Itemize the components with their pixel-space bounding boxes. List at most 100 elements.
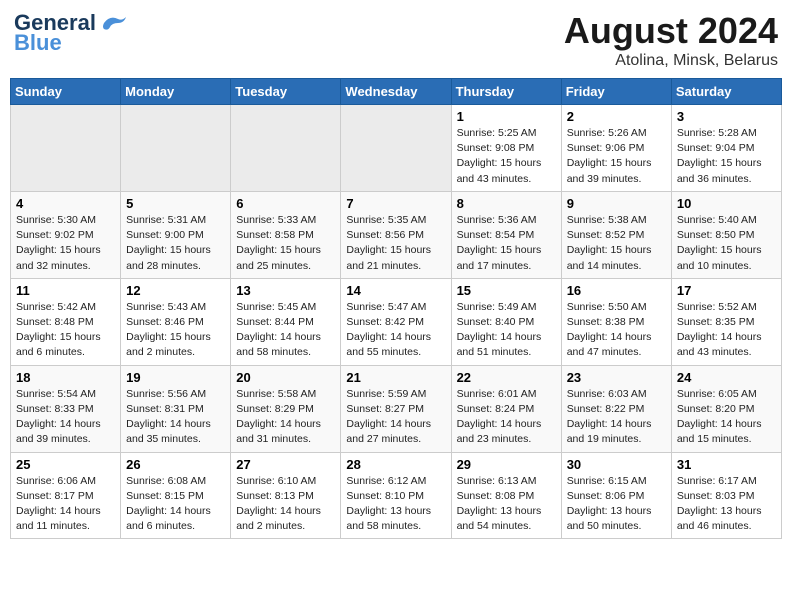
calendar-week-row: 4 Sunrise: 5:30 AM Sunset: 9:02 PM Daylig… [11,191,782,278]
day-number: 27 [236,457,335,472]
calendar-cell: 28 Sunrise: 6:12 AM Sunset: 8:10 PM Dayli… [341,452,451,539]
day-info: Sunrise: 5:38 AM Sunset: 8:52 PM Dayligh… [567,213,666,274]
calendar-cell: 19 Sunrise: 5:56 AM Sunset: 8:31 PM Dayli… [121,365,231,452]
calendar-cell: 25 Sunrise: 6:06 AM Sunset: 8:17 PM Dayli… [11,452,121,539]
day-info: Sunrise: 5:47 AM Sunset: 8:42 PM Dayligh… [346,300,445,361]
column-header-monday: Monday [121,79,231,105]
day-info: Sunrise: 5:30 AM Sunset: 9:02 PM Dayligh… [16,213,115,274]
calendar-cell [231,105,341,192]
page-header: General Blue August 2024 Atolina, Minsk,… [10,10,782,70]
day-number: 1 [457,109,556,124]
day-number: 8 [457,196,556,211]
day-number: 11 [16,283,115,298]
day-info: Sunrise: 5:33 AM Sunset: 8:58 PM Dayligh… [236,213,335,274]
day-info: Sunrise: 6:12 AM Sunset: 8:10 PM Dayligh… [346,474,445,535]
day-info: Sunrise: 5:35 AM Sunset: 8:56 PM Dayligh… [346,213,445,274]
logo-bird-icon [100,13,128,33]
day-info: Sunrise: 6:01 AM Sunset: 8:24 PM Dayligh… [457,387,556,448]
day-info: Sunrise: 6:15 AM Sunset: 8:06 PM Dayligh… [567,474,666,535]
calendar-cell: 27 Sunrise: 6:10 AM Sunset: 8:13 PM Dayli… [231,452,341,539]
day-number: 18 [16,370,115,385]
day-number: 9 [567,196,666,211]
day-number: 5 [126,196,225,211]
calendar-week-row: 25 Sunrise: 6:06 AM Sunset: 8:17 PM Dayli… [11,452,782,539]
day-number: 29 [457,457,556,472]
column-header-thursday: Thursday [451,79,561,105]
logo: General Blue [14,10,128,56]
day-number: 12 [126,283,225,298]
day-number: 31 [677,457,776,472]
day-info: Sunrise: 6:10 AM Sunset: 8:13 PM Dayligh… [236,474,335,535]
day-number: 25 [16,457,115,472]
calendar-table: SundayMondayTuesdayWednesdayThursdayFrid… [10,78,782,539]
calendar-cell: 5 Sunrise: 5:31 AM Sunset: 9:00 PM Daylig… [121,191,231,278]
day-number: 24 [677,370,776,385]
day-number: 3 [677,109,776,124]
day-info: Sunrise: 5:25 AM Sunset: 9:08 PM Dayligh… [457,126,556,187]
day-number: 20 [236,370,335,385]
day-info: Sunrise: 5:54 AM Sunset: 8:33 PM Dayligh… [16,387,115,448]
day-number: 28 [346,457,445,472]
day-number: 6 [236,196,335,211]
column-header-saturday: Saturday [671,79,781,105]
calendar-title-block: August 2024 Atolina, Minsk, Belarus [564,10,778,70]
calendar-cell: 2 Sunrise: 5:26 AM Sunset: 9:06 PM Daylig… [561,105,671,192]
day-info: Sunrise: 5:52 AM Sunset: 8:35 PM Dayligh… [677,300,776,361]
day-info: Sunrise: 5:36 AM Sunset: 8:54 PM Dayligh… [457,213,556,274]
calendar-cell: 12 Sunrise: 5:43 AM Sunset: 8:46 PM Dayli… [121,278,231,365]
day-number: 14 [346,283,445,298]
day-info: Sunrise: 5:28 AM Sunset: 9:04 PM Dayligh… [677,126,776,187]
calendar-cell: 29 Sunrise: 6:13 AM Sunset: 8:08 PM Dayli… [451,452,561,539]
column-header-sunday: Sunday [11,79,121,105]
day-info: Sunrise: 5:45 AM Sunset: 8:44 PM Dayligh… [236,300,335,361]
calendar-cell: 6 Sunrise: 5:33 AM Sunset: 8:58 PM Daylig… [231,191,341,278]
day-info: Sunrise: 6:05 AM Sunset: 8:20 PM Dayligh… [677,387,776,448]
calendar-cell: 23Sunrise: 6:03 AM Sunset: 8:22 PM Dayli… [561,365,671,452]
day-number: 16 [567,283,666,298]
day-number: 19 [126,370,225,385]
day-number: 2 [567,109,666,124]
calendar-cell: 11Sunrise: 5:42 AM Sunset: 8:48 PM Dayli… [11,278,121,365]
column-header-friday: Friday [561,79,671,105]
logo-blue-text: Blue [14,30,62,56]
calendar-cell: 17 Sunrise: 5:52 AM Sunset: 8:35 PM Dayli… [671,278,781,365]
calendar-week-row: 1 Sunrise: 5:25 AM Sunset: 9:08 PM Daylig… [11,105,782,192]
day-info: Sunrise: 5:43 AM Sunset: 8:46 PM Dayligh… [126,300,225,361]
calendar-cell: 15Sunrise: 5:49 AM Sunset: 8:40 PM Dayli… [451,278,561,365]
calendar-week-row: 11Sunrise: 5:42 AM Sunset: 8:48 PM Dayli… [11,278,782,365]
day-number: 21 [346,370,445,385]
calendar-cell: 10Sunrise: 5:40 AM Sunset: 8:50 PM Dayli… [671,191,781,278]
day-info: Sunrise: 5:56 AM Sunset: 8:31 PM Dayligh… [126,387,225,448]
calendar-cell: 26 Sunrise: 6:08 AM Sunset: 8:15 PM Dayli… [121,452,231,539]
day-number: 4 [16,196,115,211]
calendar-cell: 16 Sunrise: 5:50 AM Sunset: 8:38 PM Dayli… [561,278,671,365]
calendar-cell: 31Sunrise: 6:17 AM Sunset: 8:03 PM Dayli… [671,452,781,539]
calendar-cell: 21 Sunrise: 5:59 AM Sunset: 8:27 PM Dayli… [341,365,451,452]
day-info: Sunrise: 6:08 AM Sunset: 8:15 PM Dayligh… [126,474,225,535]
calendar-cell: 7 Sunrise: 5:35 AM Sunset: 8:56 PM Daylig… [341,191,451,278]
day-number: 7 [346,196,445,211]
day-info: Sunrise: 5:26 AM Sunset: 9:06 PM Dayligh… [567,126,666,187]
day-info: Sunrise: 5:50 AM Sunset: 8:38 PM Dayligh… [567,300,666,361]
day-number: 17 [677,283,776,298]
calendar-cell: 20Sunrise: 5:58 AM Sunset: 8:29 PM Dayli… [231,365,341,452]
day-info: Sunrise: 5:31 AM Sunset: 9:00 PM Dayligh… [126,213,225,274]
day-info: Sunrise: 5:59 AM Sunset: 8:27 PM Dayligh… [346,387,445,448]
day-number: 13 [236,283,335,298]
day-info: Sunrise: 6:06 AM Sunset: 8:17 PM Dayligh… [16,474,115,535]
calendar-cell: 4 Sunrise: 5:30 AM Sunset: 9:02 PM Daylig… [11,191,121,278]
calendar-cell: 13 Sunrise: 5:45 AM Sunset: 8:44 PM Dayli… [231,278,341,365]
day-info: Sunrise: 5:40 AM Sunset: 8:50 PM Dayligh… [677,213,776,274]
day-number: 26 [126,457,225,472]
day-number: 15 [457,283,556,298]
day-number: 22 [457,370,556,385]
calendar-subtitle: Atolina, Minsk, Belarus [564,52,778,70]
calendar-cell [11,105,121,192]
calendar-cell: 3 Sunrise: 5:28 AM Sunset: 9:04 PM Daylig… [671,105,781,192]
calendar-cell [341,105,451,192]
calendar-cell: 1 Sunrise: 5:25 AM Sunset: 9:08 PM Daylig… [451,105,561,192]
calendar-cell: 22 Sunrise: 6:01 AM Sunset: 8:24 PM Dayli… [451,365,561,452]
calendar-title: August 2024 [564,10,778,52]
calendar-cell: 14 Sunrise: 5:47 AM Sunset: 8:42 PM Dayli… [341,278,451,365]
day-info: Sunrise: 6:13 AM Sunset: 8:08 PM Dayligh… [457,474,556,535]
